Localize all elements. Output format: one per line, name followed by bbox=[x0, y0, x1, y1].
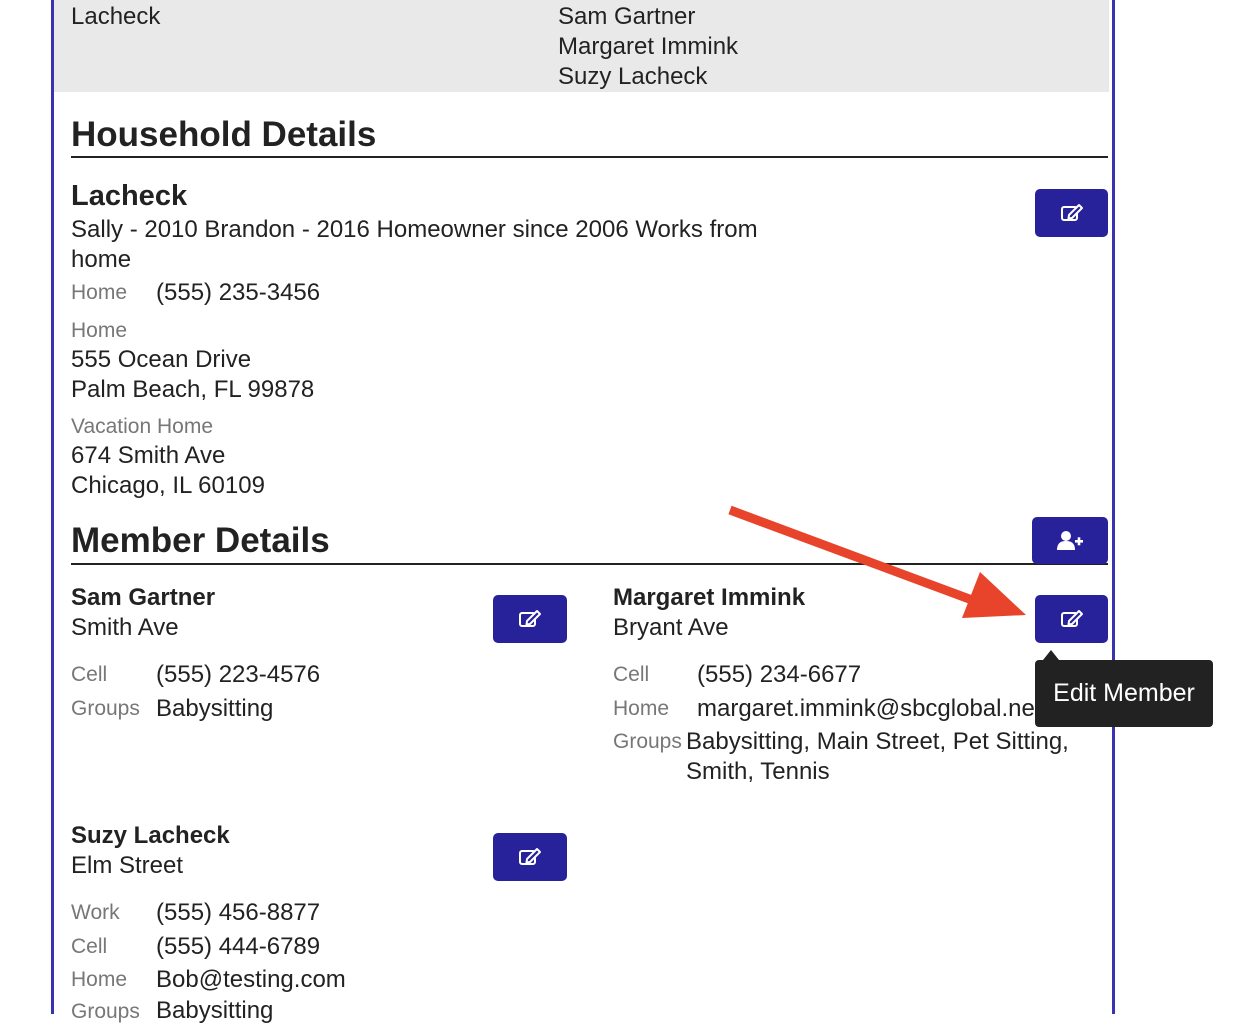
annotation-arrow bbox=[728, 505, 1026, 618]
